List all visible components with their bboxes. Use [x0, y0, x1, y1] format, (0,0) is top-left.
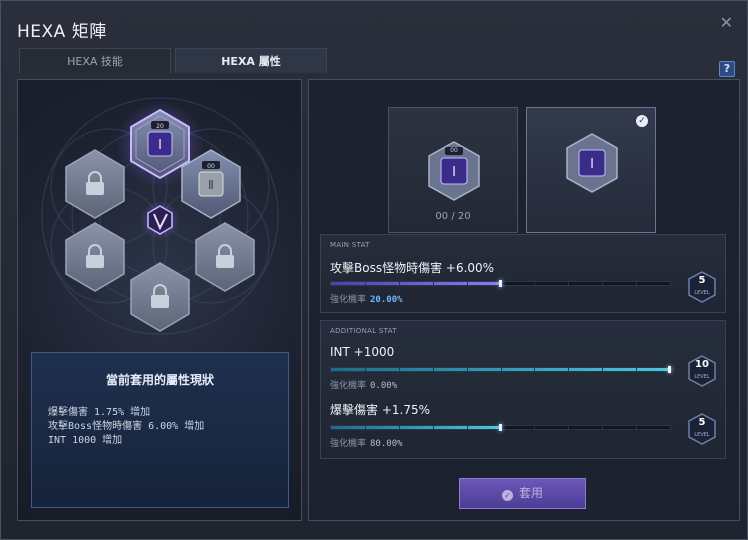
core-card-1[interactable]: Ⅰ 00 00 / 20 [388, 107, 518, 233]
tab-hexa-skill[interactable]: HEXA 技能 [19, 48, 171, 73]
additional-stat-header: ADDITIONAL STAT [330, 327, 397, 335]
main-stat-level-bar [330, 280, 671, 287]
close-icon[interactable]: ✕ [720, 13, 733, 32]
slot-bottom[interactable] [130, 262, 190, 332]
slot-upper-left[interactable] [65, 149, 125, 219]
bar-tick [432, 282, 434, 285]
slot-top-level: 20 [156, 123, 164, 130]
bar-tick [534, 426, 536, 429]
additional-stat-level-bar [330, 366, 671, 373]
bar-tick [466, 368, 468, 371]
bar-tick [636, 426, 638, 429]
bar-tick [534, 282, 536, 285]
additional-stat-level-badge: 5 LEVEL [687, 413, 717, 445]
help-icon[interactable]: ? [719, 61, 735, 77]
bar-tick [568, 282, 570, 285]
bar-tick [364, 426, 366, 429]
bar-tick [602, 368, 604, 371]
main-stat-level-badge: 5 LEVEL [687, 271, 717, 303]
bar-cursor [668, 366, 671, 373]
hexa-stat-core-icon: Ⅰ [158, 138, 162, 153]
window-title: HEXA 矩陣 [17, 22, 107, 42]
hexa-matrix-window: HEXA 矩陣 ✕ HEXA 技能 HEXA 屬性 ? Ⅰ 20 Ⅱ 00 當前… [0, 0, 748, 540]
bar-tick [602, 282, 604, 285]
additional-stat-name: 爆擊傷害 +1.75% [330, 403, 430, 417]
additional-stat-rate: 強化機率 0.00% [330, 381, 398, 391]
bar-tick [636, 282, 638, 285]
additional-stat-box: ADDITIONAL STAT INT +1000 強化機率 0.00% 10 L… [320, 320, 726, 459]
status-line: 攻擊Boss怪物時傷害 6.00% 增加 [48, 421, 205, 432]
bar-tick [500, 368, 502, 371]
card-level: 00 [450, 147, 458, 154]
bar-tick [636, 368, 638, 371]
bar-tick [432, 426, 434, 429]
hexa-emblem-icon [140, 200, 180, 240]
bar-tick [568, 368, 570, 371]
bar-tick [364, 368, 366, 371]
bar-cursor [498, 280, 502, 287]
additional-stat-name: INT +1000 [330, 345, 395, 359]
svg-text:Ⅰ: Ⅰ [590, 157, 594, 172]
bar-tick [398, 426, 400, 429]
stat-detail-panel: Ⅰ 00 00 / 20 ✓ Ⅰ MAIN STAT 攻擊Boss怪物時傷害 +… [308, 79, 740, 521]
status-line: 爆擊傷害 1.75% 增加 [48, 407, 151, 418]
bar-tick [432, 368, 434, 371]
bar-tick [466, 282, 468, 285]
current-stat-status: 當前套用的屬性現狀 爆擊傷害 1.75% 增加 攻擊Boss怪物時傷害 6.00… [31, 352, 289, 508]
main-stat-rate: 強化機率 20.00% [330, 295, 403, 305]
matrix-panel: Ⅰ 20 Ⅱ 00 當前套用的屬性現狀 爆擊傷害 1.75% 增加 攻擊Boss… [17, 79, 302, 521]
hexa-stat-core-ii-icon: Ⅱ [208, 178, 214, 192]
additional-stat-level-bar [330, 424, 671, 431]
main-stat-box: MAIN STAT 攻擊Boss怪物時傷害 +6.00% 強化機率 20.00% … [320, 234, 726, 313]
bar-tick [568, 426, 570, 429]
additional-stat-level-badge: 10 LEVEL [687, 355, 717, 387]
bar-cursor [498, 424, 502, 431]
svg-text:Ⅰ: Ⅰ [452, 165, 456, 180]
bar-tick [398, 282, 400, 285]
core-count: 00 / 20 [435, 211, 471, 222]
main-stat-name: 攻擊Boss怪物時傷害 +6.00% [330, 261, 495, 275]
additional-stat-rate: 強化機率 80.00% [330, 439, 403, 449]
bar-tick [398, 368, 400, 371]
bar-tick [602, 426, 604, 429]
check-icon: ✓ [501, 490, 513, 501]
bar-fill [331, 282, 501, 285]
main-stat-header: MAIN STAT [330, 241, 370, 249]
apply-button[interactable]: ✓ 套用 [459, 478, 586, 509]
bar-tick [466, 426, 468, 429]
status-line: INT 1000 增加 [48, 435, 123, 446]
core-card-2[interactable]: ✓ Ⅰ [526, 107, 656, 233]
bar-tick [364, 282, 366, 285]
status-title: 當前套用的屬性現狀 [105, 373, 214, 387]
hexa-stat-core-icon: Ⅰ [566, 133, 618, 193]
slot-upper-right-level: 00 [207, 163, 215, 170]
tab-hexa-stat[interactable]: HEXA 屬性 [175, 48, 327, 73]
matrix-diagram: Ⅰ 20 Ⅱ 00 [41, 97, 279, 335]
bar-fill [331, 426, 501, 429]
bar-tick [534, 368, 536, 371]
